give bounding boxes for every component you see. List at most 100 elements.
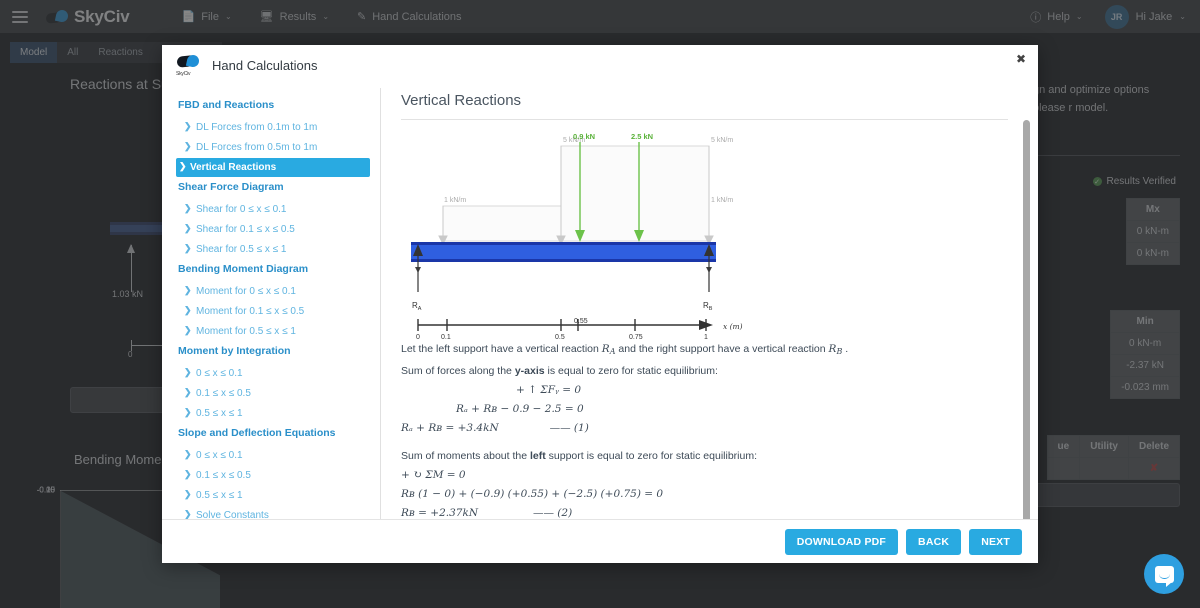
sum-moments-support: left: [530, 450, 546, 462]
free-body-diagram: 1 kN/m 1 kN/m 5 kN/m 5 kN/m 0.9 kN 2.5 k…: [401, 126, 1008, 341]
nav-item-label: Shear for 0.1 ≤ x ≤ 0.5: [196, 224, 295, 235]
hand-calc-content: Vertical Reactions: [380, 88, 1038, 519]
nav-item-deflection-0-01[interactable]: ❯ 0 ≤ x ≤ 0.1: [176, 446, 380, 465]
chevron-right-icon: ❯: [184, 407, 192, 418]
spacer: [401, 439, 1008, 448]
svg-text:1 kN/m: 1 kN/m: [711, 197, 733, 204]
equation-ref-2: —— (2): [481, 507, 572, 519]
nav-item-label: Shear for 0 ≤ x ≤ 0.1: [196, 204, 286, 215]
close-icon[interactable]: ✖: [1016, 53, 1026, 65]
chevron-right-icon: ❯: [184, 305, 192, 316]
intro-text-end: .: [842, 343, 848, 355]
scrollbar-thumb[interactable]: [1023, 120, 1030, 519]
chevron-right-icon: ❯: [184, 367, 192, 378]
nav-item-moment-01-05[interactable]: ❯ Moment for 0.1 ≤ x ≤ 0.5: [176, 302, 380, 321]
svg-text:0.9 kN: 0.9 kN: [573, 132, 595, 141]
chevron-right-icon: ❯: [184, 285, 192, 296]
nav-item-integration-01-05[interactable]: ❯ 0.1 ≤ x ≤ 0.5: [176, 384, 380, 403]
chat-bubble-icon[interactable]: [1144, 554, 1184, 594]
equations-block: Let the left support have a vertical rea…: [401, 341, 1008, 519]
nav-item-integration-0-01[interactable]: ❯ 0 ≤ x ≤ 0.1: [176, 364, 380, 383]
chevron-right-icon: ❯: [179, 161, 187, 172]
nav-item-deflection-05-1[interactable]: ❯ 0.5 ≤ x ≤ 1: [176, 486, 380, 505]
nav-item-shear-05-1[interactable]: ❯ Shear for 0.5 ≤ x ≤ 1: [176, 240, 380, 259]
chevron-right-icon: ❯: [184, 469, 192, 480]
app-root: SkyCiv 📄 File ⌄ 🖥 Results ⌄ ✎ Hand Calcu…: [0, 0, 1200, 608]
nav-group-shear-force-diagram: Shear Force Diagram: [178, 178, 380, 196]
nav-item-label: 0.1 ≤ x ≤ 0.5: [196, 388, 251, 399]
chevron-right-icon: ❯: [184, 243, 192, 254]
equation-moment-expansion: Rʙ (1 − 0) + (−0.9) (+0.55) + (−2.5) (+0…: [401, 486, 1008, 502]
svg-text:0.1: 0.1: [441, 334, 451, 341]
nav-item-label: 0 ≤ x ≤ 0.1: [196, 368, 243, 379]
nav-item-deflection-01-05[interactable]: ❯ 0.1 ≤ x ≤ 0.5: [176, 466, 380, 485]
svg-text:2.5 kN: 2.5 kN: [631, 132, 653, 141]
nav-item-label: 0.5 ≤ x ≤ 1: [196, 490, 243, 501]
nav-item-label: 0.1 ≤ x ≤ 0.5: [196, 470, 251, 481]
svg-text:1: 1: [704, 334, 708, 341]
nav-item-dl-forces-05-1[interactable]: ❯ DL Forces from 0.5m to 1m: [176, 138, 380, 157]
content-scrollbar[interactable]: [1023, 120, 1030, 519]
equation-rb: Rʙ = +2.37kN: [401, 507, 478, 519]
sum-moments-pre: Sum of moments about the: [401, 450, 530, 462]
equation-ra-rb-sum-row: Rₐ + Rʙ = +3.4kN —— (1): [401, 420, 1008, 436]
chevron-right-icon: ❯: [184, 203, 192, 214]
nav-item-label: 0.5 ≤ x ≤ 1: [196, 408, 243, 419]
svg-text:0: 0: [416, 334, 420, 341]
nav-item-label: Moment for 0 ≤ x ≤ 0.1: [196, 286, 296, 297]
equation-ref-1: —— (1): [502, 422, 589, 434]
beam-diagram-svg: 1 kN/m 1 kN/m 5 kN/m 5 kN/m 0.9 kN 2.5 k…: [401, 126, 1011, 341]
nav-item-label: Moment for 0.5 ≤ x ≤ 1: [196, 326, 296, 337]
nav-item-label: 0 ≤ x ≤ 0.1: [196, 450, 243, 461]
skyciv-mark-icon: SkyCiv: [176, 55, 202, 77]
nav-item-label: Shear for 0.5 ≤ x ≤ 1: [196, 244, 286, 255]
equation-sum-fy: + ↑ ΣFᵧ = 0: [401, 382, 1008, 398]
nav-item-label: Vertical Reactions: [190, 162, 276, 173]
equation-ra-rb-zero: Rₐ + Rʙ − 0.9 − 2.5 = 0: [401, 401, 1008, 417]
logo-caption: SkyCiv: [176, 71, 190, 77]
modal-body: FBD and Reactions ❯ DL Forces from 0.1m …: [162, 78, 1038, 519]
nav-item-label: Moment for 0.1 ≤ x ≤ 0.5: [196, 306, 304, 317]
chevron-right-icon: ❯: [184, 141, 192, 152]
nav-item-label: DL Forces from 0.5m to 1m: [196, 142, 317, 153]
back-button[interactable]: BACK: [906, 529, 961, 555]
chevron-right-icon: ❯: [184, 387, 192, 398]
hand-calc-sidebar: FBD and Reactions ❯ DL Forces from 0.1m …: [162, 88, 380, 519]
chevron-right-icon: ❯: [184, 449, 192, 460]
nav-item-label: Solve Constants: [196, 510, 269, 519]
sum-forces-pre: Sum of forces along the: [401, 365, 515, 377]
svg-text:RA: RA: [412, 301, 422, 312]
modal-title: Hand Calculations: [212, 58, 318, 73]
nav-item-dl-forces-01-1[interactable]: ❯ DL Forces from 0.1m to 1m: [176, 118, 380, 137]
nav-item-solve-constants[interactable]: ❯ Solve Constants: [176, 506, 380, 519]
chat-square: [1155, 566, 1174, 583]
hand-calculations-modal: SkyCiv Hand Calculations ✖ FBD and React…: [162, 45, 1038, 563]
next-button[interactable]: NEXT: [969, 529, 1022, 555]
nav-item-shear-01-05[interactable]: ❯ Shear for 0.1 ≤ x ≤ 0.5: [176, 220, 380, 239]
sum-moments-post: support is equal to zero for static equi…: [546, 450, 757, 462]
nav-group-bending-moment-diagram: Bending Moment Diagram: [178, 260, 380, 278]
svg-text:RB: RB: [703, 301, 713, 312]
svg-text:0.75: 0.75: [629, 334, 643, 341]
intro-text-pre: Let the left support have a vertical rea…: [401, 343, 602, 355]
chevron-right-icon: ❯: [184, 121, 192, 132]
svg-text:0.5: 0.5: [555, 334, 565, 341]
equation-sum-m: + ↻ ΣM = 0: [401, 467, 1008, 483]
chevron-right-icon: ❯: [184, 489, 192, 500]
nav-item-moment-0-01[interactable]: ❯ Moment for 0 ≤ x ≤ 0.1: [176, 282, 380, 301]
modal-header: SkyCiv Hand Calculations ✖: [162, 45, 1038, 78]
svg-text:1 kN/m: 1 kN/m: [444, 197, 466, 204]
nav-item-integration-05-1[interactable]: ❯ 0.5 ≤ x ≤ 1: [176, 404, 380, 423]
nav-item-vertical-reactions[interactable]: ❯ Vertical Reactions: [176, 158, 370, 177]
nav-item-moment-05-1[interactable]: ❯ Moment for 0.5 ≤ x ≤ 1: [176, 322, 380, 341]
chevron-right-icon: ❯: [184, 223, 192, 234]
sum-forces-axis: y-axis: [515, 365, 545, 377]
chevron-right-icon: ❯: [184, 325, 192, 336]
svg-text:5 kN/m: 5 kN/m: [711, 137, 733, 144]
download-pdf-button[interactable]: DOWNLOAD PDF: [785, 529, 898, 555]
nav-group-slope-and-deflection: Slope and Deflection Equations: [178, 424, 380, 442]
chat-smile: [1159, 574, 1170, 579]
nav-item-label: DL Forces from 0.1m to 1m: [196, 122, 317, 133]
nav-group-moment-by-integration: Moment by Integration: [178, 342, 380, 360]
nav-item-shear-0-01[interactable]: ❯ Shear for 0 ≤ x ≤ 0.1: [176, 200, 380, 219]
